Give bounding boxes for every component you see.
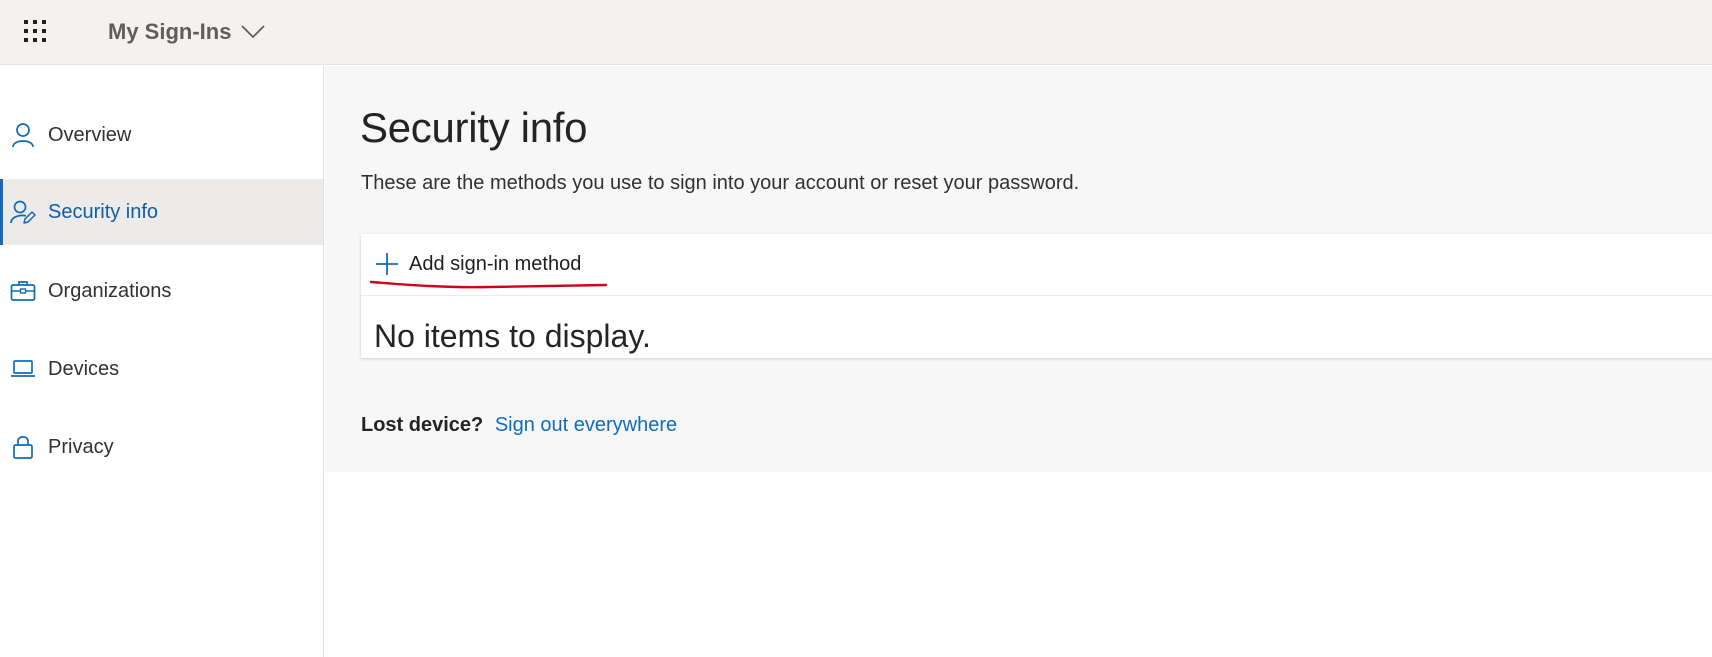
page-title: Security info <box>360 104 588 151</box>
top-bar: My Sign-Ins <box>0 0 1712 65</box>
main-panel: Security info These are the methods you … <box>325 66 1712 472</box>
person-edit-icon <box>10 199 36 225</box>
methods-card: Add sign-in method No items to display. <box>361 234 1712 358</box>
sidebar-item-label: Privacy <box>48 435 114 458</box>
sidebar-item-privacy[interactable]: Privacy <box>0 414 323 480</box>
sidebar-item-label: Overview <box>48 123 132 146</box>
app-title: My Sign-Ins <box>108 19 232 44</box>
sidebar-item-label: Security info <box>48 200 159 223</box>
sidebar-item-devices[interactable]: Devices <box>0 336 323 402</box>
laptop-icon <box>10 356 36 382</box>
person-icon <box>10 122 36 148</box>
lock-icon <box>10 434 36 460</box>
sidebar-nav: Overview Security info Organizations Dev… <box>0 66 324 657</box>
page-description: These are the methods you use to sign in… <box>361 172 1080 194</box>
lost-device-row: Lost device? Sign out everywhere <box>361 414 677 437</box>
sidebar-item-label: Organizations <box>48 279 172 302</box>
app-launcher-icon[interactable] <box>16 12 54 50</box>
app-title-dropdown[interactable]: My Sign-Ins <box>108 14 266 50</box>
sign-out-everywhere-link[interactable]: Sign out everywhere <box>495 414 677 436</box>
sidebar-item-label: Devices <box>48 357 120 380</box>
add-sign-in-method-button[interactable]: Add sign-in method <box>361 234 641 294</box>
sidebar-item-organizations[interactable]: Organizations <box>0 258 323 324</box>
add-sign-in-method-label: Add sign-in method <box>409 252 582 275</box>
briefcase-icon <box>10 278 36 304</box>
chevron-down-icon <box>241 25 266 39</box>
sidebar-item-security-info[interactable]: Security info <box>0 179 323 245</box>
card-divider <box>361 295 1712 296</box>
lost-device-label: Lost device? <box>361 414 484 436</box>
plus-icon <box>375 252 399 276</box>
empty-state-message: No items to display. <box>374 318 651 354</box>
sidebar-item-overview[interactable]: Overview <box>0 102 323 168</box>
